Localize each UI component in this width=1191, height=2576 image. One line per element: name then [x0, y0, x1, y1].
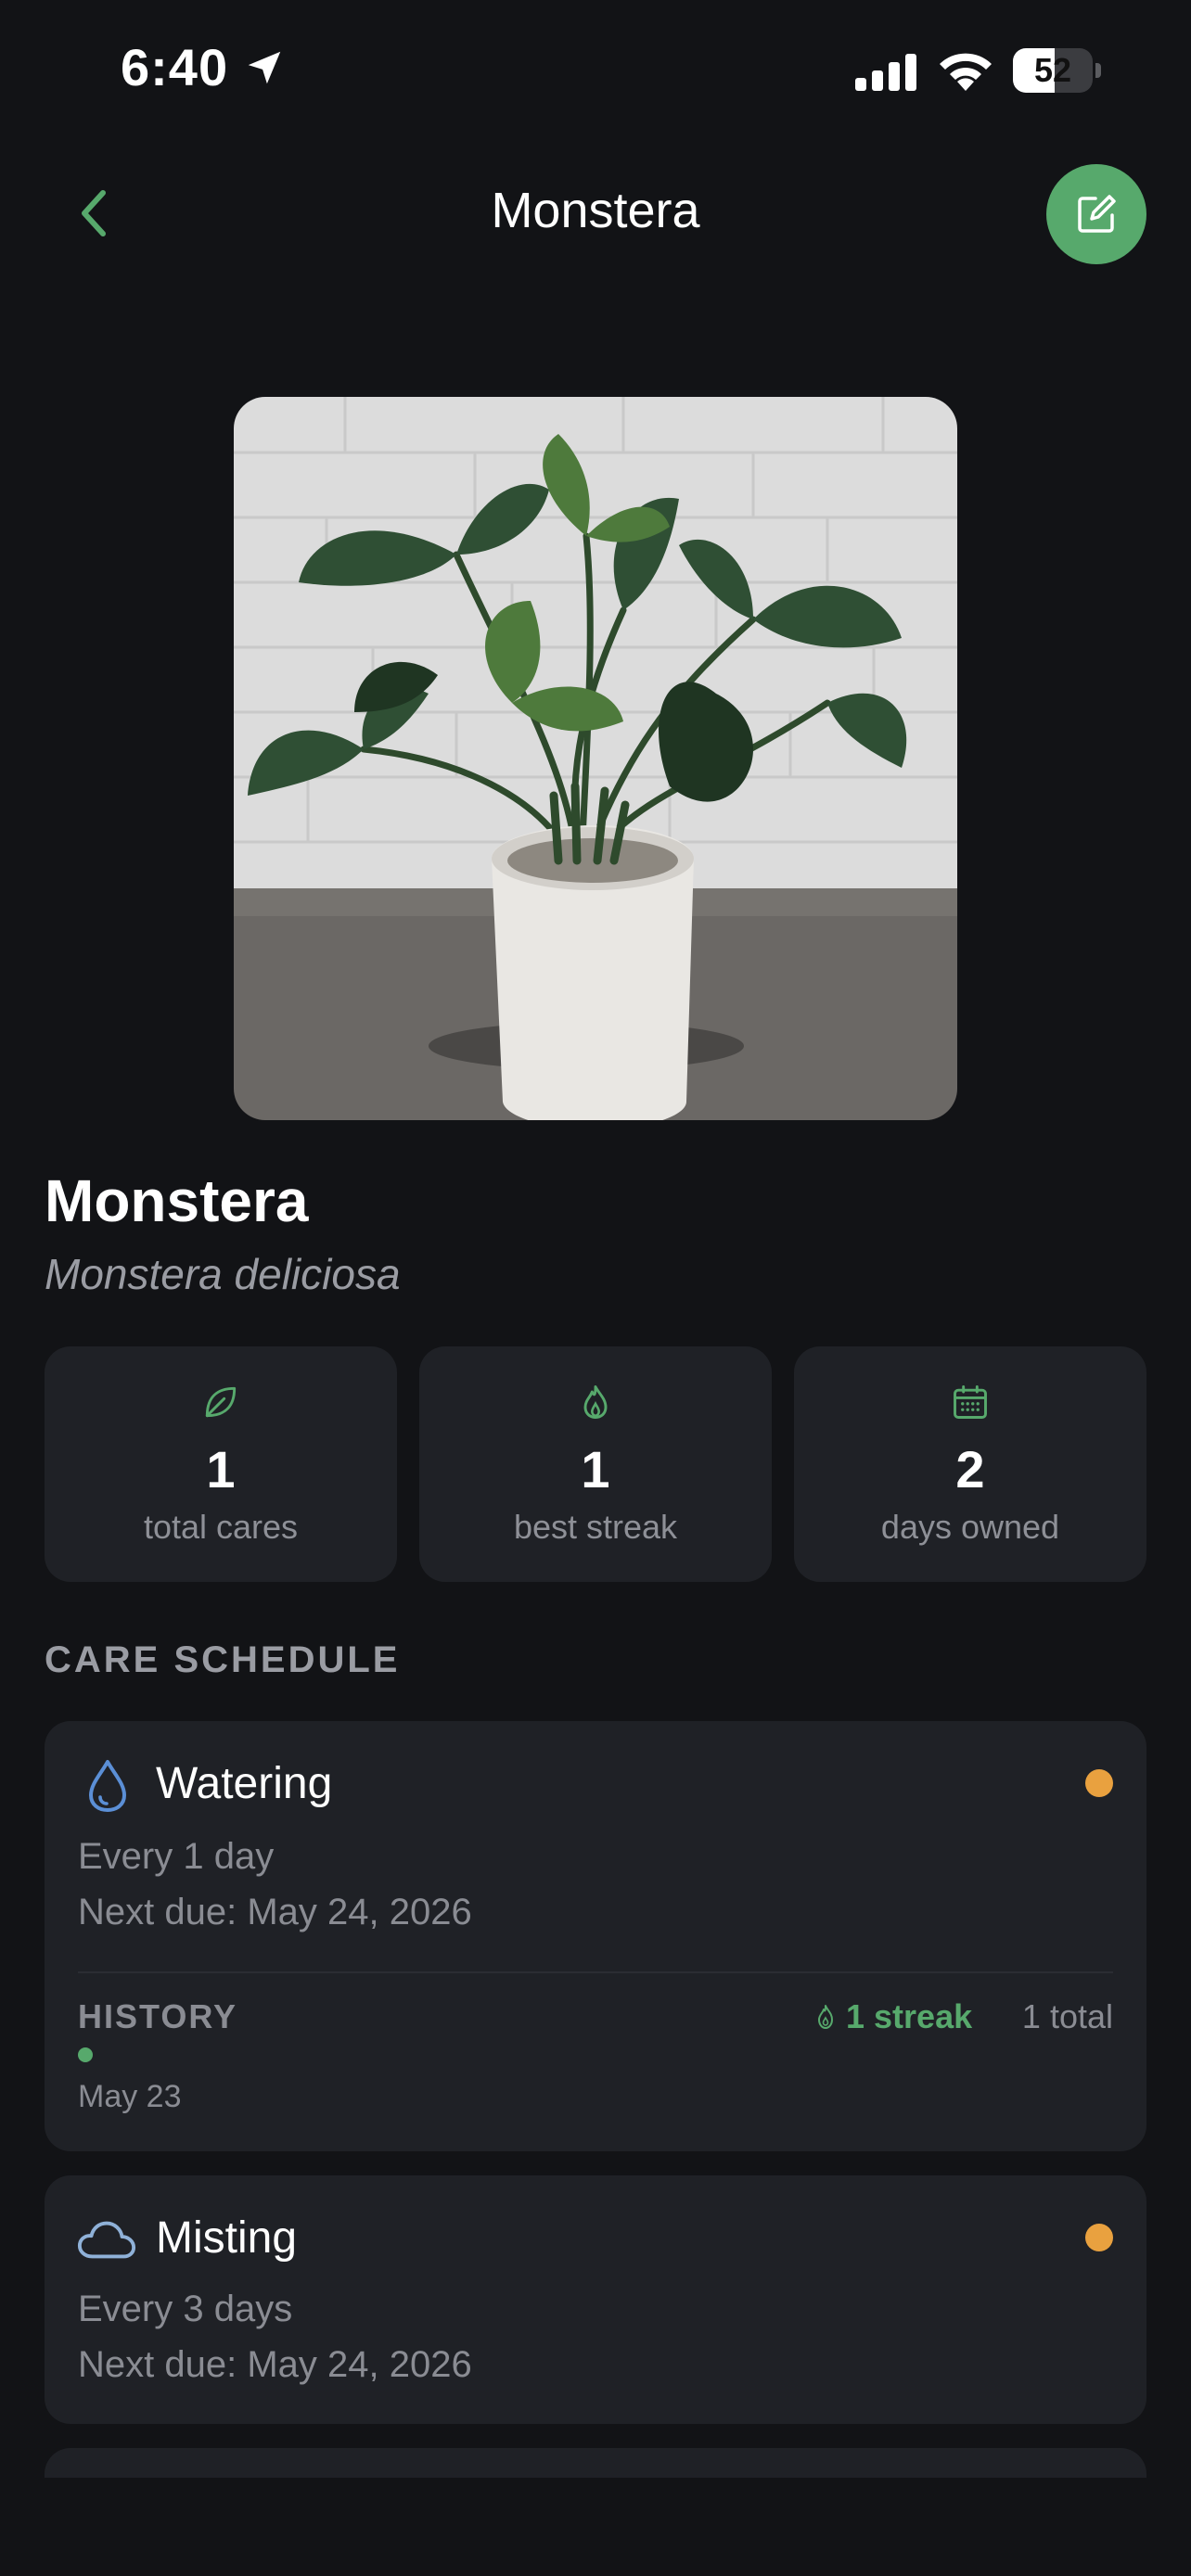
streak-text: 1 streak	[846, 1997, 973, 2035]
stat-value: 2	[955, 1440, 985, 1498]
wifi-icon	[940, 53, 992, 91]
plant-name: Monstera	[45, 1167, 309, 1234]
stat-label: total cares	[143, 1508, 299, 1546]
stat-value: 1	[206, 1440, 236, 1498]
due-indicator	[1085, 1769, 1113, 1797]
care-card-watering[interactable]: Watering Every 1 day Next due: May 24, 2…	[45, 1721, 1146, 2151]
care-next-due: Next due: May 24, 2026	[78, 1892, 472, 1932]
edit-icon	[1078, 195, 1116, 233]
care-schedule-heading: CARE SCHEDULE	[45, 1639, 401, 1680]
history-date: May 23	[78, 2079, 182, 2114]
edit-button[interactable]	[1046, 164, 1146, 264]
care-name: Watering	[156, 1759, 333, 1808]
flame-icon	[583, 1385, 608, 1419]
page-title: Monstera	[491, 183, 700, 238]
leaf-icon	[205, 1386, 237, 1418]
battery-level: 52	[1033, 51, 1072, 89]
bottom-safe-area	[0, 2478, 1191, 2576]
streak-badge: 1 streak	[814, 1997, 972, 2036]
care-name: Misting	[156, 2213, 298, 2263]
care-card-misting[interactable]: Misting Every 3 days Next due: May 24, 2…	[45, 2175, 1146, 2424]
care-frequency: Every 3 days	[78, 2289, 293, 2329]
plant-scientific-name: Monstera deliciosa	[45, 1250, 401, 1298]
stat-label: days owned	[880, 1508, 1060, 1546]
plant-photo	[234, 397, 957, 1120]
divider	[78, 1971, 1113, 1973]
calendar-icon	[954, 1385, 987, 1419]
stat-total-cares: 1 total cares	[45, 1346, 397, 1582]
flame-icon	[818, 2005, 833, 2029]
status-time: 6:40	[121, 38, 229, 96]
stat-days-owned: 2 days owned	[794, 1346, 1146, 1582]
care-frequency: Every 1 day	[78, 1836, 275, 1877]
history-dot	[78, 2047, 93, 2062]
cloud-icon	[77, 2221, 136, 2259]
history-label: HISTORY	[78, 1997, 238, 2035]
status-bar: 6:40 52	[0, 0, 1191, 139]
cellular-signal-icon	[855, 54, 916, 91]
stat-value: 1	[581, 1440, 610, 1498]
water-drop-icon	[89, 1760, 126, 1812]
stat-best-streak: 1 best streak	[419, 1346, 772, 1582]
location-arrow-icon	[248, 51, 281, 84]
history-total: 1 total	[1021, 1997, 1113, 2035]
battery-icon: 52	[1013, 48, 1102, 93]
due-indicator	[1085, 2224, 1113, 2251]
care-next-due: Next due: May 24, 2026	[78, 2344, 472, 2385]
stat-label: best streak	[513, 1508, 678, 1546]
